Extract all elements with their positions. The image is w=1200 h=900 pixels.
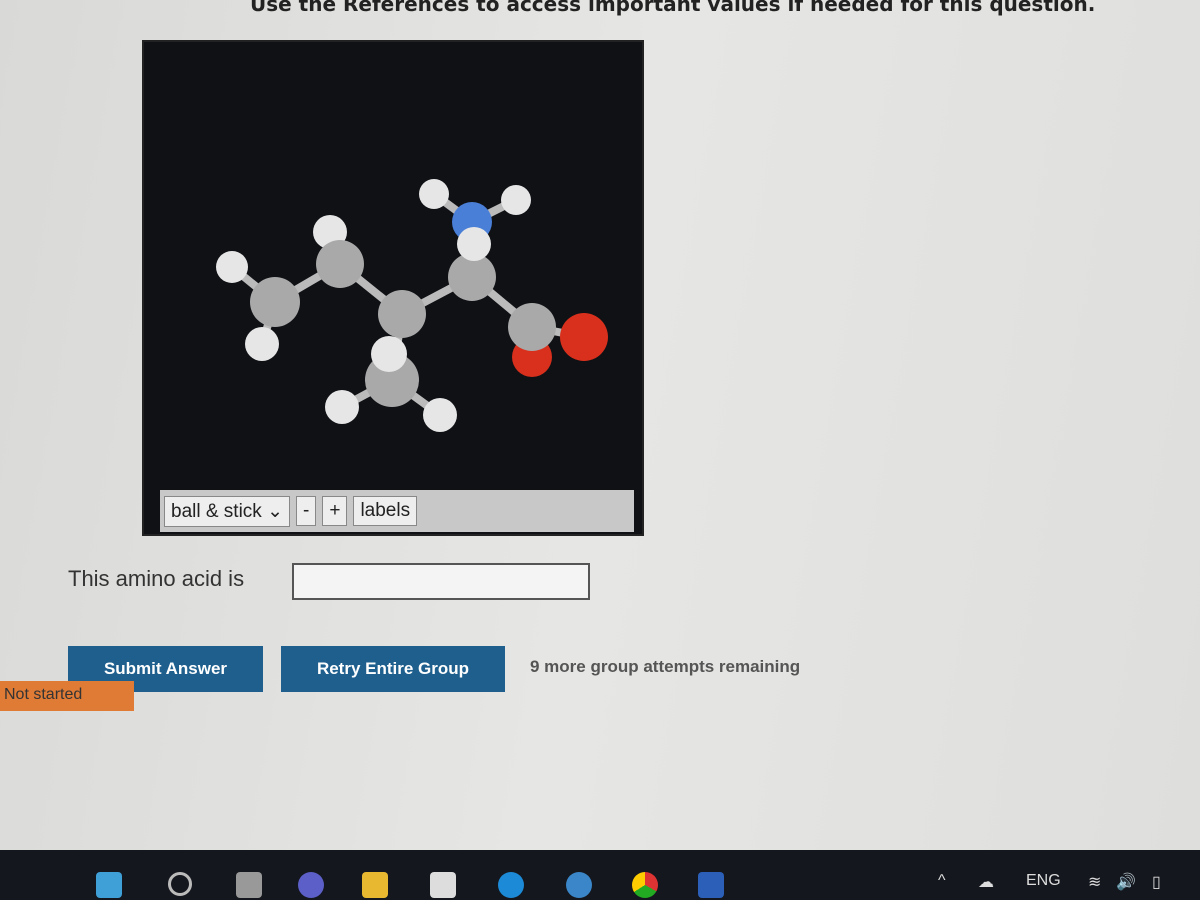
hydrogen-atom bbox=[325, 390, 359, 424]
wifi-icon[interactable]: ≋ bbox=[1088, 872, 1101, 892]
question-prompt: This amino acid is bbox=[68, 566, 245, 591]
carbon-atom bbox=[378, 290, 426, 338]
edge-icon[interactable] bbox=[498, 872, 524, 898]
viewer-toolbar: ball & stick ⌄ - + labels bbox=[160, 490, 634, 532]
chrome-icon[interactable] bbox=[632, 872, 658, 898]
carbon-atom bbox=[316, 240, 364, 288]
windows-start-icon[interactable] bbox=[96, 872, 122, 898]
file-explorer-icon[interactable] bbox=[362, 872, 388, 898]
references-note: Use the References to access important v… bbox=[250, 0, 1096, 16]
oxygen-atom bbox=[560, 313, 608, 361]
hydrogen-atom bbox=[216, 251, 248, 283]
attempts-remaining: 9 more group attempts remaining bbox=[530, 657, 801, 676]
hydrogen-atom bbox=[501, 185, 531, 215]
zoom-out-button[interactable]: - bbox=[296, 496, 317, 526]
search-icon[interactable] bbox=[168, 872, 192, 896]
labels-button[interactable]: labels bbox=[353, 496, 418, 526]
hydrogen-atom bbox=[423, 398, 457, 432]
battery-icon[interactable]: ▯ bbox=[1152, 872, 1161, 892]
hydrogen-atom bbox=[419, 179, 449, 209]
answer-input[interactable] bbox=[292, 563, 590, 600]
carbon-atom bbox=[250, 277, 300, 327]
retry-group-button[interactable]: Retry Entire Group bbox=[281, 646, 505, 692]
molecule-ball-and-stick[interactable] bbox=[144, 42, 642, 490]
zoom-in-button[interactable]: + bbox=[322, 496, 348, 526]
style-select-value: ball & stick bbox=[171, 500, 262, 522]
carbon-atom bbox=[508, 303, 556, 351]
language-indicator[interactable]: ENG bbox=[1026, 872, 1061, 890]
store-icon[interactable] bbox=[430, 872, 456, 898]
task-view-icon[interactable] bbox=[236, 872, 262, 898]
chevron-up-icon[interactable]: ^ bbox=[938, 872, 946, 890]
help-icon[interactable] bbox=[566, 872, 592, 898]
molecule-viewer[interactable]: ball & stick ⌄ - + labels bbox=[142, 40, 644, 536]
chevron-down-icon: ⌄ bbox=[267, 500, 284, 522]
onedrive-icon[interactable]: ☁ bbox=[978, 872, 994, 892]
hydrogen-atom bbox=[245, 327, 279, 361]
status-badge: Not started bbox=[0, 681, 134, 711]
hydrogen-atom bbox=[457, 227, 491, 261]
atoms bbox=[216, 179, 608, 432]
teams-icon[interactable] bbox=[298, 872, 324, 898]
style-select[interactable]: ball & stick ⌄ bbox=[164, 495, 291, 527]
word-icon[interactable] bbox=[698, 872, 724, 898]
hydrogen-atom bbox=[371, 336, 407, 372]
volume-icon[interactable]: 🔊 bbox=[1116, 872, 1136, 892]
